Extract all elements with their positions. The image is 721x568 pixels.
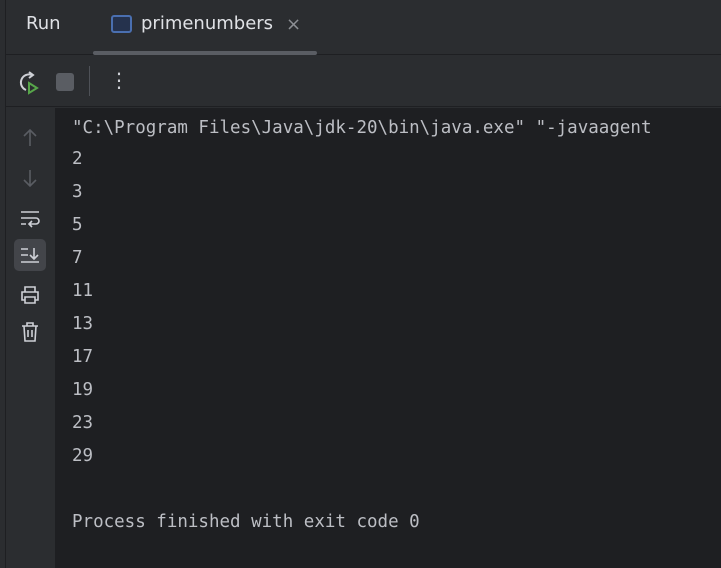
panel-title: Run [26,13,61,34]
tab-primenumbers[interactable]: primenumbers × [93,0,317,55]
output-line: 2 [72,149,83,169]
stop-button[interactable] [56,73,74,91]
up-button[interactable] [14,122,46,154]
output-line: 7 [72,248,83,268]
output-line: 23 [72,413,94,433]
arrow-up-icon [23,128,37,146]
output-line: 17 [72,347,94,367]
console-side-toolbar [6,108,55,568]
run-toolbar: ⋮ [6,56,721,107]
tab-label: primenumbers [141,13,274,34]
scroll-to-end-icon [21,248,39,263]
print-button[interactable] [14,279,46,311]
close-icon[interactable]: × [286,14,301,35]
exit-message: Process finished with exit code 0 [72,512,420,532]
active-tab-indicator [93,51,317,55]
rerun-button[interactable] [15,70,41,100]
output-line: 3 [72,182,83,202]
print-icon [21,286,39,304]
output-line: 13 [72,314,94,334]
run-panel-header: Run primenumbers × [6,0,721,55]
rerun-icon [19,71,39,95]
console-output[interactable]: "C:\Program Files\Java\jdk-20\bin\java.e… [55,108,721,568]
more-options-button[interactable]: ⋮ [109,68,129,92]
command-line: "C:\Program Files\Java\jdk-20\bin\java.e… [72,118,652,138]
trash-icon [22,322,38,342]
divider [89,66,90,96]
arrow-down-icon [23,170,37,188]
output-line: 29 [72,446,94,466]
soft-wrap-button[interactable] [14,202,46,234]
output-line: 19 [72,380,94,400]
output-line: 5 [72,215,83,235]
output-line: 11 [72,281,94,301]
console-icon [111,15,132,33]
clear-all-button[interactable] [14,316,46,348]
scroll-to-end-button[interactable] [14,239,46,271]
down-button[interactable] [14,162,46,194]
soft-wrap-icon [21,211,40,228]
